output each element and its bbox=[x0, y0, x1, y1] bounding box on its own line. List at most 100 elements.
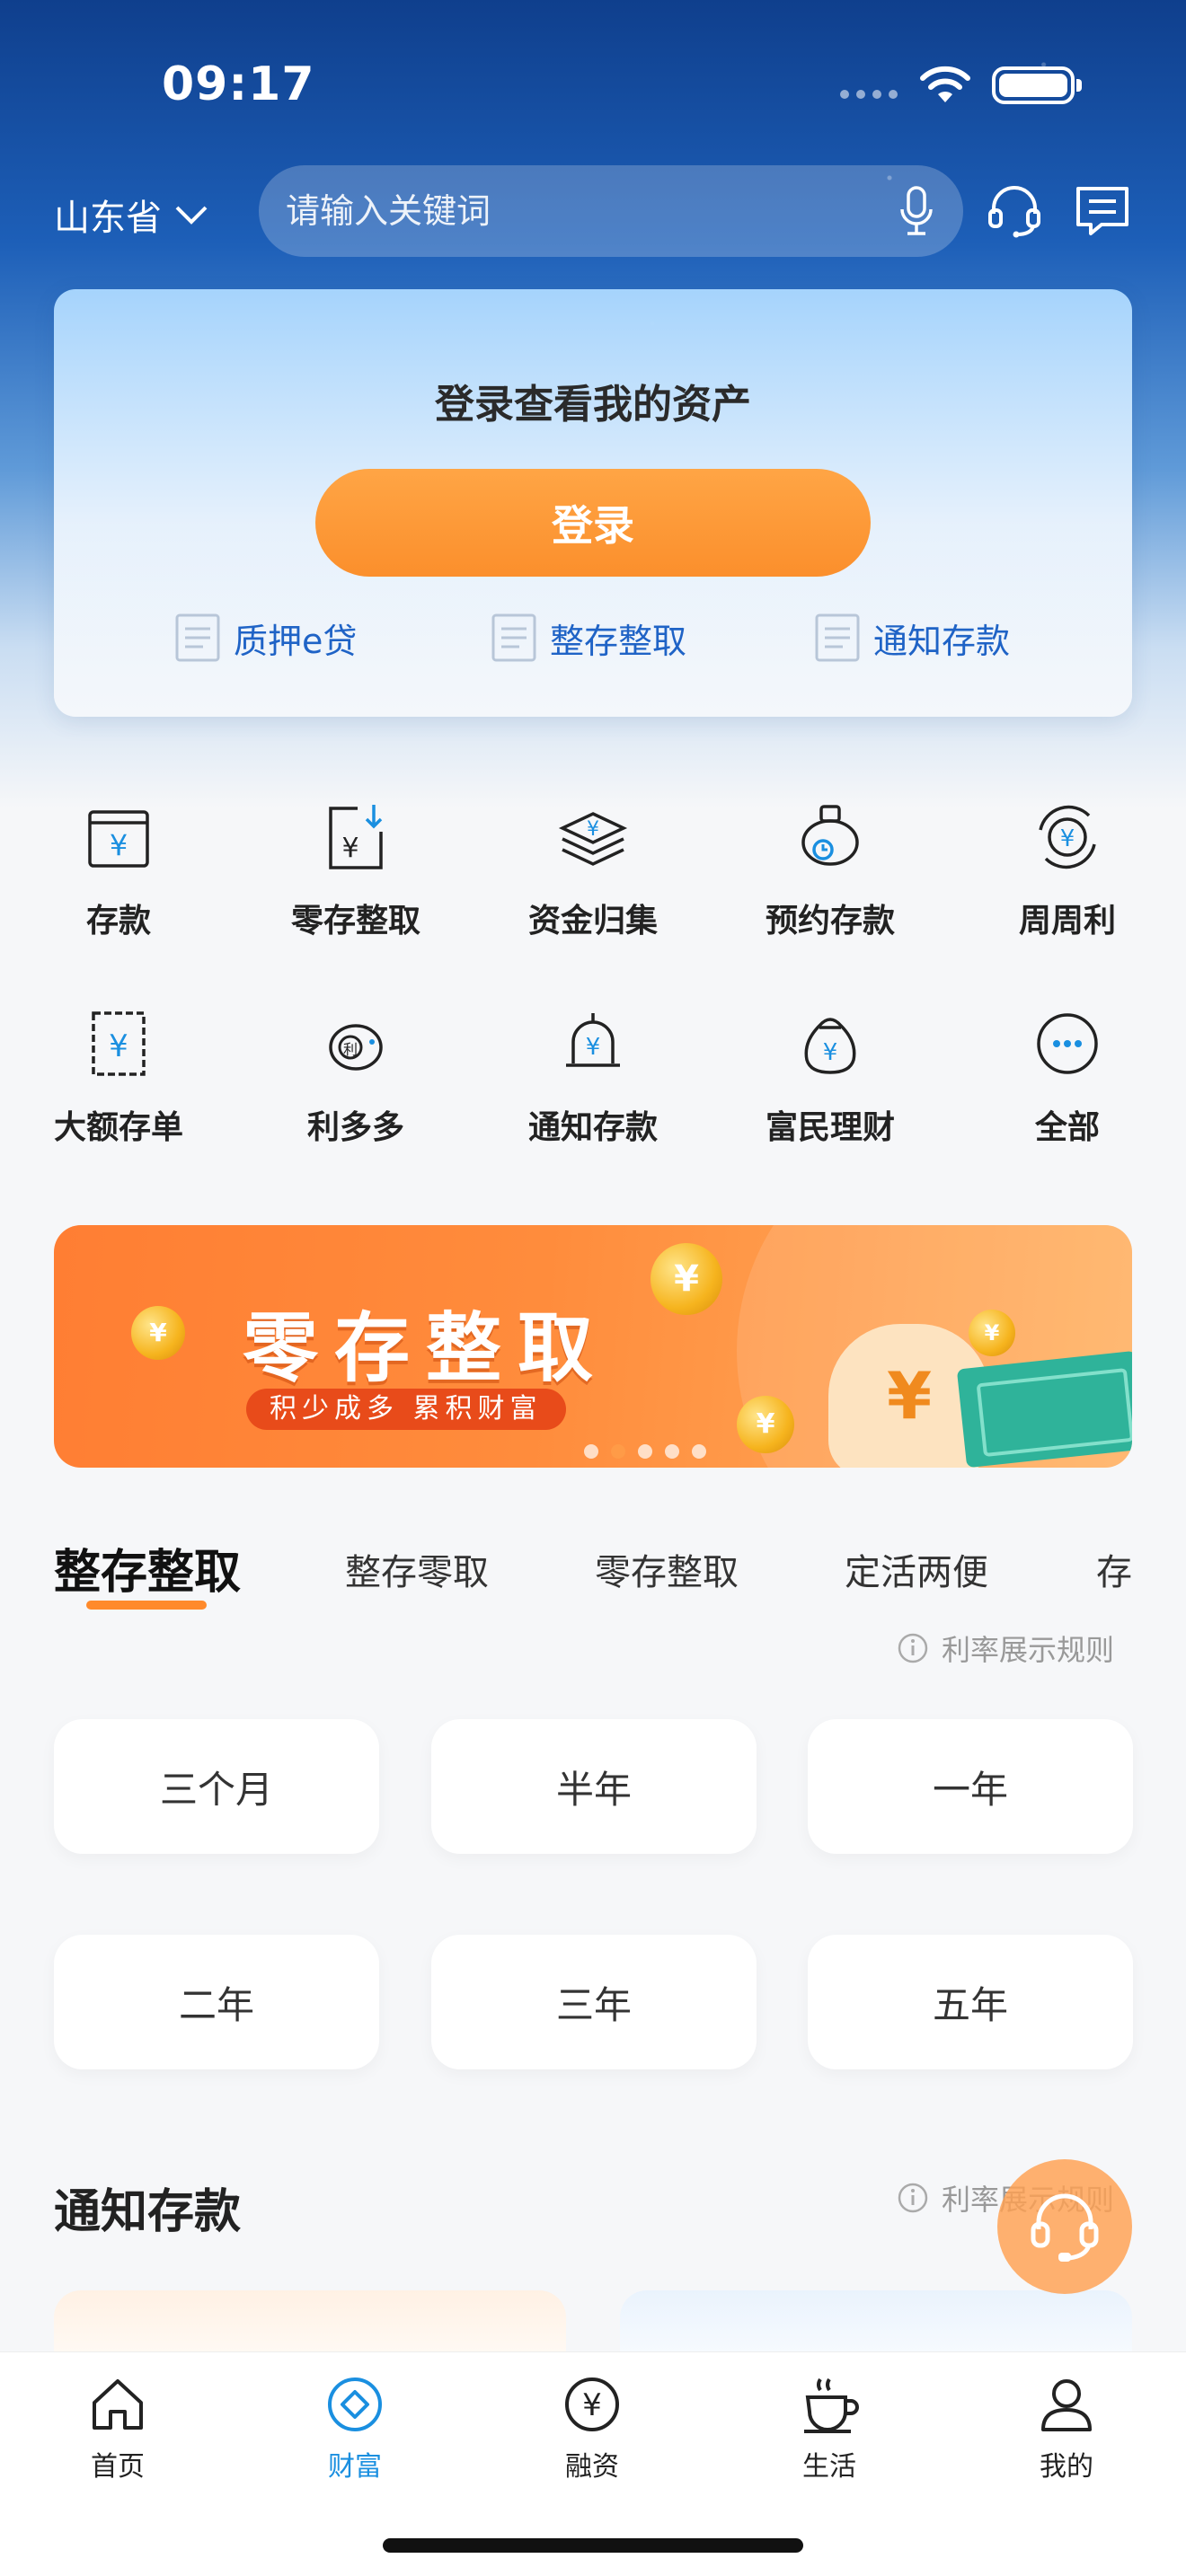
tab-installment-deposit[interactable]: 零存整取 bbox=[595, 1543, 739, 1595]
carousel-dot-active bbox=[611, 1444, 625, 1459]
login-button[interactable]: 登录 bbox=[315, 469, 871, 577]
tab-more[interactable]: 存 bbox=[1096, 1543, 1132, 1595]
active-tab-underline bbox=[86, 1601, 207, 1610]
login-prompt-title: 登录查看我的资产 bbox=[435, 382, 751, 428]
chevron-down-icon bbox=[175, 206, 208, 225]
coin-icon: ¥ bbox=[651, 1243, 722, 1315]
profile-icon bbox=[1041, 2379, 1092, 2431]
svg-text:¥: ¥ bbox=[587, 818, 599, 841]
carousel-indicator bbox=[584, 1444, 706, 1459]
fund-collection-icon: ¥ bbox=[558, 812, 628, 866]
home-indicator bbox=[383, 2538, 803, 2553]
carousel-dot bbox=[638, 1444, 652, 1459]
home-icon bbox=[93, 2379, 143, 2430]
search-input[interactable] bbox=[286, 191, 897, 231]
service-deposit[interactable]: ¥ 存款 bbox=[11, 799, 226, 941]
document-icon bbox=[491, 613, 536, 662]
svg-text:¥: ¥ bbox=[586, 1034, 601, 1061]
coin-icon: ¥ bbox=[131, 1306, 185, 1360]
svg-text:¥: ¥ bbox=[110, 828, 128, 862]
status-time: 09:17 bbox=[162, 57, 315, 111]
rate-rule-label: 利率展示规则 bbox=[942, 1633, 1115, 1667]
banknotes-icon bbox=[956, 1350, 1132, 1468]
service-weekly-interest[interactable]: ¥ 周周利 bbox=[960, 799, 1175, 941]
wifi-icon bbox=[920, 66, 970, 102]
svg-text:¥: ¥ bbox=[582, 2387, 602, 2423]
search-bar[interactable] bbox=[259, 165, 963, 257]
info-icon bbox=[898, 2183, 928, 2213]
service-wealth-management[interactable]: ¥ 富民理财 bbox=[722, 1006, 938, 1148]
appointment-deposit-icon bbox=[801, 805, 859, 866]
carousel-dot bbox=[584, 1444, 598, 1459]
service-label: 利多多 bbox=[306, 1109, 404, 1146]
installment-deposit-icon: ¥ bbox=[329, 805, 383, 869]
rate-rule-link[interactable]: 利率展示规则 bbox=[897, 1628, 1114, 1669]
login-card: 登录查看我的资产 登录 质押e贷 整存整取 通知存款 bbox=[54, 289, 1132, 717]
quick-link-notice-deposit[interactable]: 通知存款 bbox=[814, 613, 1010, 663]
svg-text:¥: ¥ bbox=[823, 1039, 838, 1066]
floating-customer-service-button[interactable] bbox=[997, 2159, 1132, 2294]
service-large-cd[interactable]: ¥ 大额存单 bbox=[11, 1006, 226, 1148]
term-half-year[interactable]: 半年 bbox=[431, 1719, 757, 1854]
service-label: 大额存单 bbox=[53, 1109, 183, 1146]
wealth-bag-icon: ¥ bbox=[804, 1018, 856, 1074]
service-label: 通知存款 bbox=[527, 1109, 658, 1146]
large-cd-icon: ¥ bbox=[92, 1011, 146, 1076]
service-piggy-bank[interactable]: 利 利多多 bbox=[248, 1006, 464, 1148]
term-three-months[interactable]: 三个月 bbox=[54, 1719, 379, 1854]
banner-title: 零存整取 bbox=[243, 1304, 610, 1392]
svg-text:¥: ¥ bbox=[109, 1028, 128, 1064]
microphone-icon[interactable] bbox=[897, 184, 936, 238]
tab-home[interactable]: 首页 bbox=[28, 2372, 208, 2483]
tab-label: 首页 bbox=[91, 2451, 145, 2483]
tab-lump-sum-deposit[interactable]: 整存整取 bbox=[54, 1534, 241, 1601]
promo-banner[interactable]: 零存整取 积少成多 累积财富 ¥ ¥ ¥ ¥ ¥ bbox=[54, 1225, 1132, 1468]
headset-icon bbox=[1031, 2193, 1099, 2262]
service-label: 存款 bbox=[85, 903, 151, 940]
tab-label: 融资 bbox=[565, 2451, 619, 2483]
notice-deposit-icon: ¥ bbox=[566, 1013, 620, 1067]
cellular-signal-icon bbox=[840, 90, 898, 99]
tab-mine[interactable]: 我的 bbox=[977, 2372, 1156, 2483]
tab-financing[interactable]: ¥ 融资 bbox=[502, 2372, 682, 2483]
tab-label: 我的 bbox=[1040, 2451, 1093, 2483]
banner-subtitle: 积少成多 累积财富 bbox=[246, 1389, 566, 1430]
term-two-years[interactable]: 二年 bbox=[54, 1935, 379, 2069]
status-bar: 09:17 bbox=[0, 0, 1186, 162]
service-label: 零存整取 bbox=[290, 903, 420, 940]
tab-flexible-deposit[interactable]: 定活两便 bbox=[845, 1543, 988, 1595]
service-fund-collection[interactable]: ¥ 资金归集 bbox=[485, 799, 701, 941]
quick-link-pledge-loan[interactable]: 质押e贷 bbox=[174, 613, 357, 663]
more-icon bbox=[1037, 1013, 1098, 1074]
service-label: 预约存款 bbox=[765, 903, 895, 940]
battery-icon bbox=[992, 66, 1082, 104]
document-icon bbox=[815, 613, 860, 662]
message-icon[interactable] bbox=[1075, 183, 1130, 239]
quick-link-label: 整存整取 bbox=[550, 621, 687, 661]
deposit-icon: ¥ bbox=[88, 810, 149, 868]
document-icon bbox=[175, 613, 220, 662]
tab-label: 财富 bbox=[328, 2451, 382, 2483]
term-one-year[interactable]: 一年 bbox=[808, 1719, 1133, 1854]
piggy-bank-icon: 利 bbox=[329, 1024, 383, 1071]
region-selector[interactable]: 山东省 bbox=[54, 189, 208, 241]
tab-life[interactable]: 生活 bbox=[739, 2372, 919, 2483]
term-five-years[interactable]: 五年 bbox=[808, 1935, 1133, 2069]
quick-link-lump-sum-deposit[interactable]: 整存整取 bbox=[491, 613, 686, 663]
service-label: 全部 bbox=[1034, 1109, 1100, 1146]
svg-text:¥: ¥ bbox=[1060, 825, 1075, 852]
customer-service-icon[interactable] bbox=[987, 183, 1042, 239]
svg-text:利: 利 bbox=[343, 1041, 358, 1058]
service-notice-deposit[interactable]: ¥ 通知存款 bbox=[485, 1006, 701, 1148]
service-appointment-deposit[interactable]: 预约存款 bbox=[722, 799, 938, 941]
carousel-dot bbox=[665, 1444, 679, 1459]
service-installment-deposit[interactable]: ¥ 零存整取 bbox=[248, 799, 464, 941]
tab-lump-sum-withdrawal[interactable]: 整存零取 bbox=[345, 1543, 489, 1595]
service-all[interactable]: 全部 bbox=[960, 1006, 1175, 1148]
quick-link-label: 通知存款 bbox=[873, 621, 1011, 661]
term-three-years[interactable]: 三年 bbox=[431, 1935, 757, 2069]
wealth-icon bbox=[328, 2378, 382, 2431]
info-icon bbox=[898, 1633, 928, 1663]
service-label: 资金归集 bbox=[527, 903, 658, 940]
tab-wealth[interactable]: 财富 bbox=[265, 2372, 445, 2483]
